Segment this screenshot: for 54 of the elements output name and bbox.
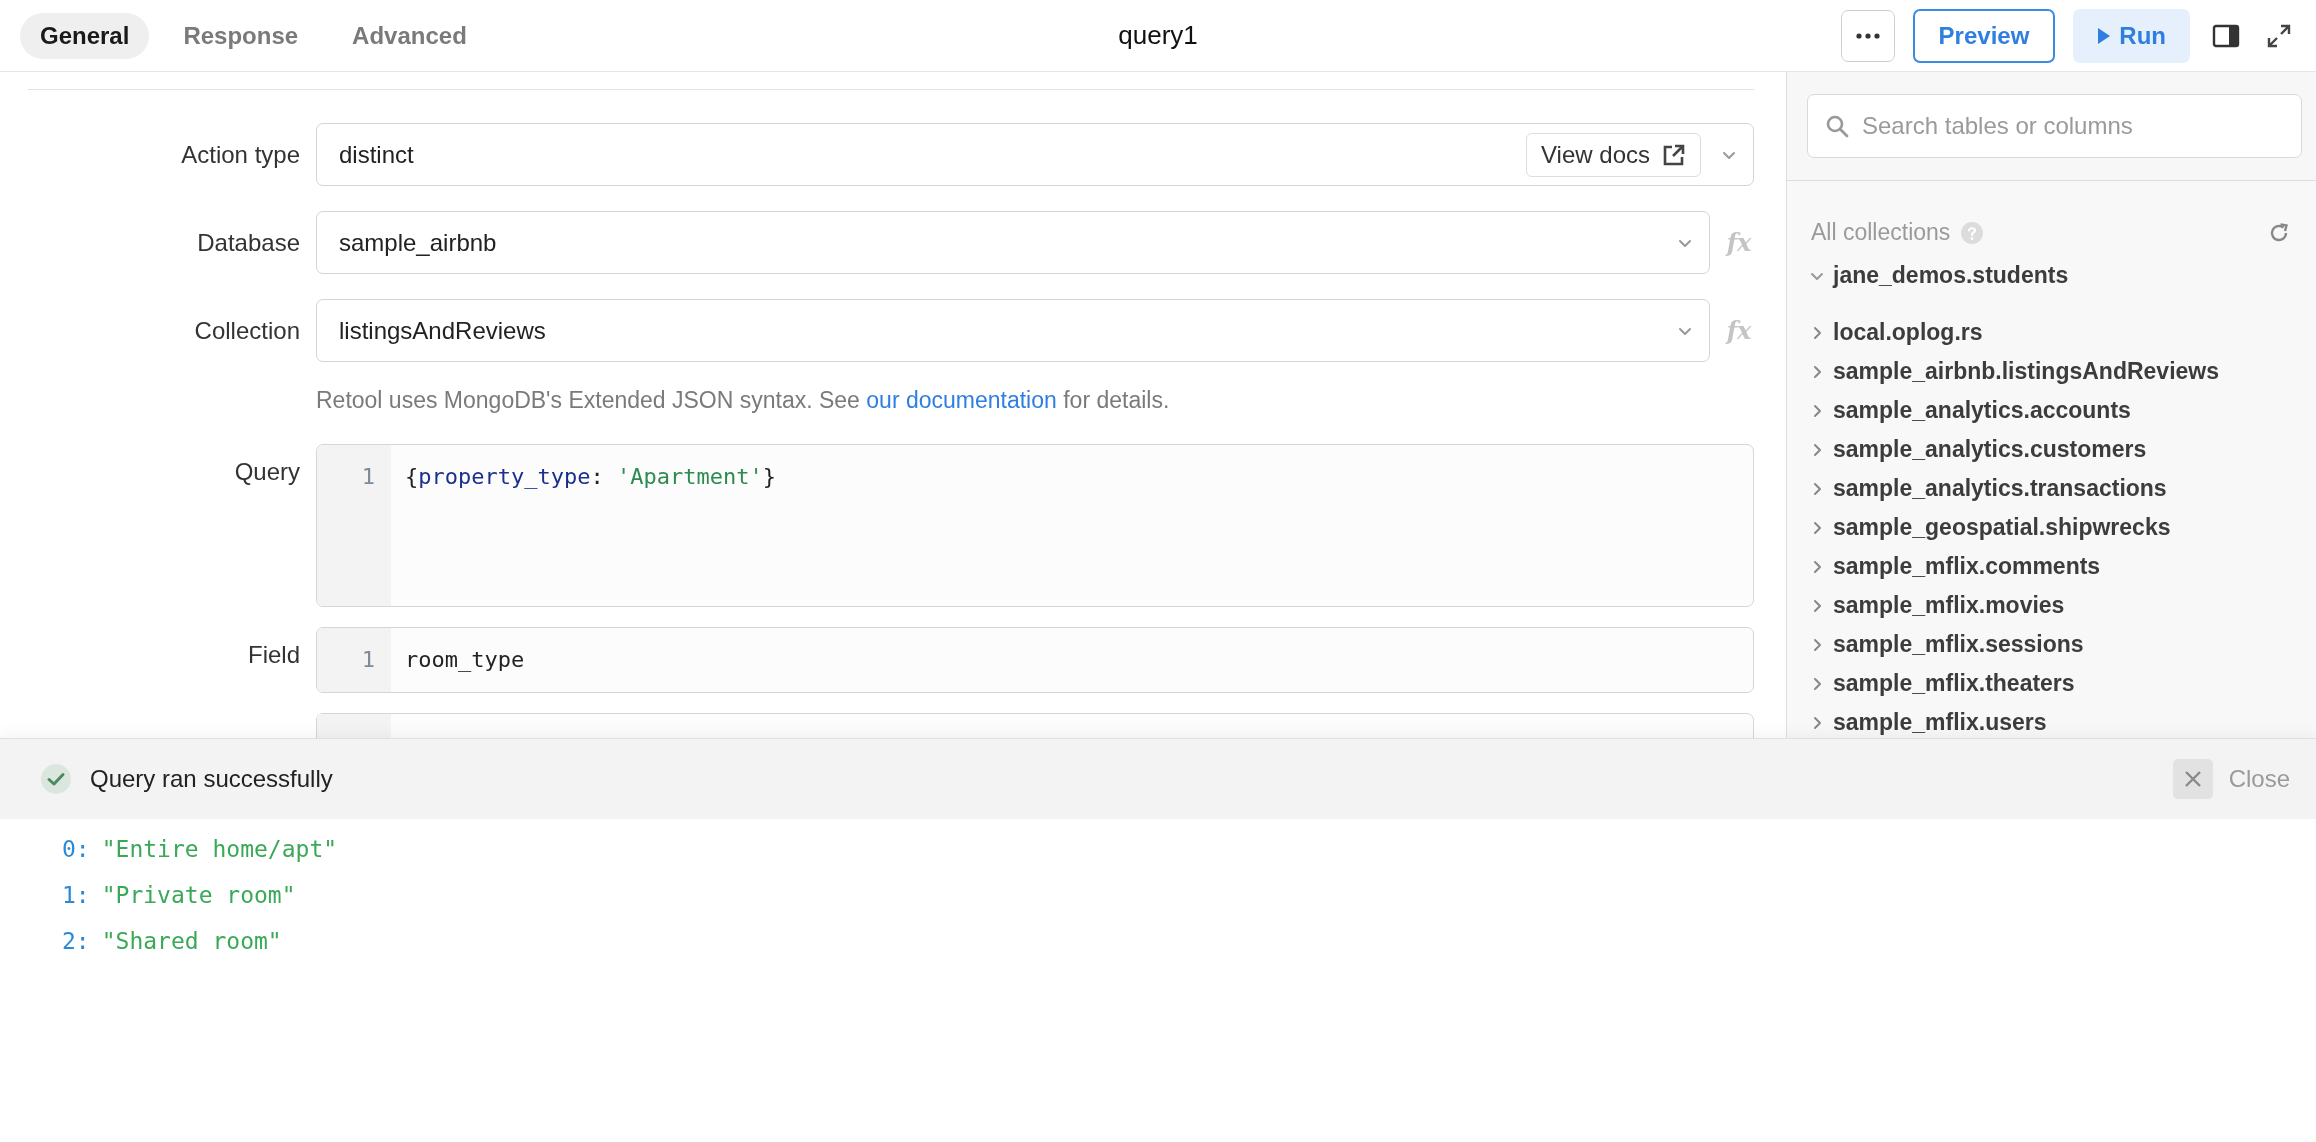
result-value: "Entire home/apt"	[101, 836, 338, 862]
collection-item[interactable]: sample_mflix.sessions	[1787, 625, 2316, 664]
collection-item[interactable]: sample_mflix.users	[1787, 703, 2316, 738]
result-value: "Shared room"	[101, 928, 282, 954]
select-field[interactable]: distinct View docs	[316, 123, 1754, 186]
collection-item[interactable]: sample_analytics.customers	[1787, 430, 2316, 469]
help-icon	[1960, 220, 1985, 245]
field-label: Database	[197, 228, 300, 257]
tab[interactable]: Response	[163, 12, 319, 59]
close-icon	[2182, 769, 2203, 789]
preview-button[interactable]: Preview	[1912, 8, 2056, 63]
more-icon	[1855, 32, 1880, 39]
field-label: Action type	[181, 140, 300, 169]
refresh-icon[interactable]	[2268, 221, 2290, 244]
collection-item[interactable]: sample_mflix.comments	[1787, 547, 2316, 586]
collection-item[interactable]: sample_mflix.movies	[1787, 586, 2316, 625]
expand-icon	[2266, 22, 2292, 49]
result-index: 1:	[62, 882, 90, 908]
collection-item[interactable]: jane_demos.students	[1787, 256, 2316, 295]
line-number: 1	[360, 463, 375, 491]
field-label: Field	[247, 641, 300, 669]
sidebar-icon	[2212, 23, 2240, 48]
collection-item[interactable]: sample_analytics.accounts	[1787, 391, 2316, 430]
code-line: room_type	[405, 646, 526, 674]
check-circle-icon	[40, 763, 72, 795]
collection-item[interactable]: local.oplog.rs	[1787, 313, 2316, 352]
collection-item[interactable]: sample_analytics.transactions	[1787, 469, 2316, 508]
result-index: 0:	[62, 836, 90, 862]
external-link-icon	[1662, 142, 1686, 167]
more-button[interactable]	[1840, 9, 1895, 62]
search-icon	[1825, 114, 1849, 138]
search-field[interactable]: Search tables or columns	[1807, 94, 2302, 158]
code-line: {property_type: 'Apartment'}	[405, 463, 777, 491]
tab[interactable]: General	[20, 12, 150, 59]
collection-item[interactable]: sample_geospatial.shipwrecks	[1787, 508, 2316, 547]
result-value: "Private room"	[101, 882, 296, 908]
field-label: Query	[234, 458, 300, 486]
select-field[interactable]: listingsAndReviews	[316, 299, 1710, 362]
help-text: Retool uses MongoDB's Extended JSON syntax. See our documentation for details.	[316, 387, 1171, 414]
result-index: 2:	[62, 928, 90, 954]
select-field[interactable]: sample_airbnb	[316, 211, 1710, 274]
status-message: Query ran successfully	[90, 765, 333, 793]
query-title: query1	[1118, 20, 1198, 51]
tab[interactable]: Advanced	[332, 12, 487, 59]
field-label: Collection	[194, 316, 300, 345]
section-heading: All collections	[1811, 219, 1951, 246]
collection-item[interactable]: sample_airbnb.listingsAndReviews	[1787, 352, 2316, 391]
code-editor[interactable]: 1 room_type	[316, 627, 1754, 693]
view-docs-button[interactable]: View docs	[1526, 132, 1701, 177]
play-icon	[2097, 26, 2112, 45]
collection-item[interactable]: sample_mflix.theaters	[1787, 664, 2316, 703]
documentation-link[interactable]: our documentation	[866, 387, 1057, 413]
line-number: 1	[360, 646, 375, 674]
code-editor[interactable]: 1 {property_type: 'Apartment'}	[316, 444, 1754, 607]
